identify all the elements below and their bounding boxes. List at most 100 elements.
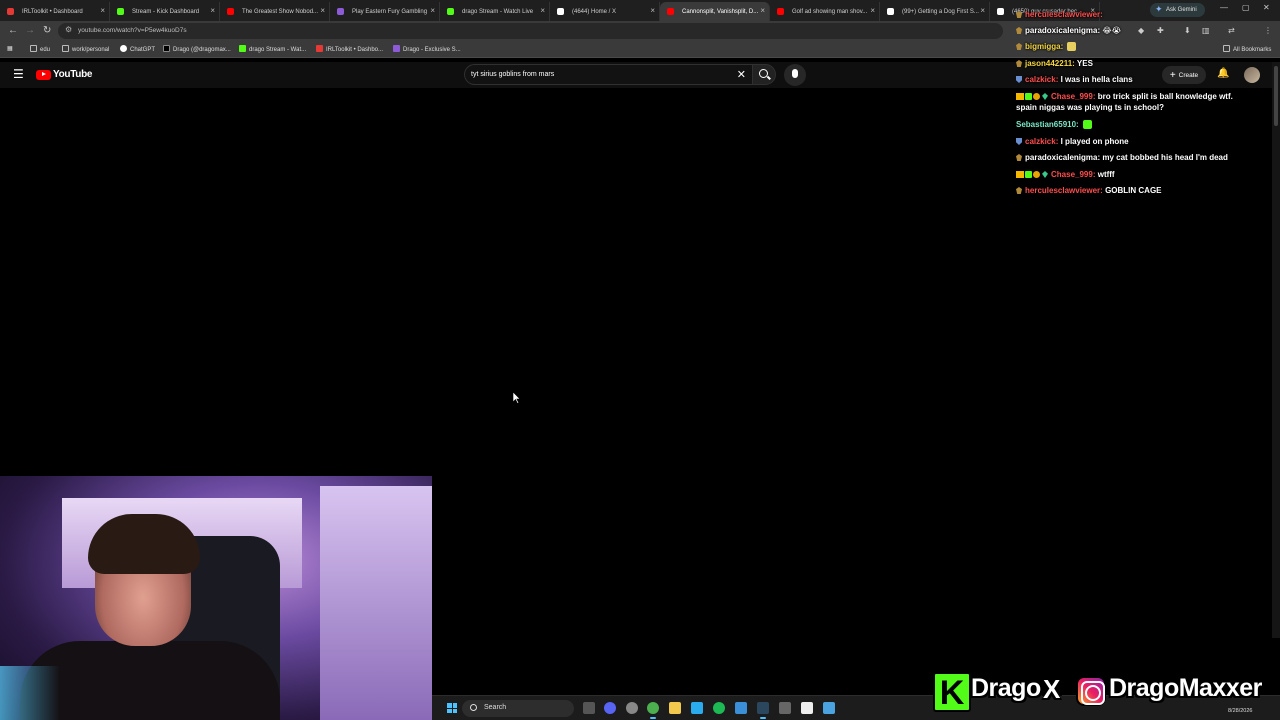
tab-close-icon[interactable]: × — [870, 6, 875, 15]
site-info-icon[interactable]: ⚙ — [65, 25, 72, 34]
create-button[interactable]: + Create — [1162, 66, 1206, 84]
chat-username: Sebastian65910 — [1016, 120, 1077, 129]
file-explorer-icon[interactable] — [669, 702, 681, 714]
browser-tab[interactable]: Stream - Kick Dashboard × — [110, 2, 220, 21]
youtube-logo[interactable]: YouTube — [36, 69, 93, 80]
ask-gemini-label: Ask Gemini — [1166, 7, 1197, 13]
bookmark-irltoolkit[interactable]: IRLToolkit • Dashbo... — [316, 45, 383, 53]
windows-start-icon[interactable] — [447, 703, 457, 713]
chat-username: calzkick — [1025, 137, 1056, 146]
puzzle-extensions-icon[interactable]: ✚ — [1157, 26, 1164, 35]
tab-close-icon[interactable]: × — [540, 6, 545, 15]
spotify-icon[interactable] — [713, 702, 725, 714]
translate-icon[interactable]: ⇄ — [1228, 26, 1235, 35]
minimize-icon[interactable]: — — [1220, 3, 1228, 12]
tab-title: drago Stream - Watch Live — [462, 8, 534, 15]
settings-gear-icon[interactable] — [626, 702, 638, 714]
browser-tab[interactable]: Golf ad showing man shov... × — [770, 2, 880, 21]
close-window-icon[interactable]: ✕ — [1263, 3, 1270, 12]
irltoolkit-icon — [316, 45, 323, 52]
search-input[interactable]: tyt sirius goblins from mars ✕ — [464, 64, 752, 85]
chat-username: herculesclawviewer — [1025, 10, 1101, 19]
tab-favicon-icon — [777, 8, 784, 15]
bookmark-edu[interactable]: edu — [30, 45, 50, 53]
create-label: Create — [1178, 71, 1199, 79]
notifications-bell-icon[interactable]: 🔔 — [1217, 68, 1229, 79]
bookmark-drago-exclusive[interactable]: Drago - Exclusive S... — [393, 45, 461, 53]
gemini-sparkle-icon: ✦ — [1155, 4, 1163, 14]
photos-icon[interactable] — [823, 702, 835, 714]
extension-icon[interactable]: ◆ — [1138, 26, 1144, 35]
tab-favicon-icon — [117, 8, 124, 15]
browser-tab-active[interactable]: Cannonsplit, Vanishsplit, D... × — [660, 2, 770, 21]
shield-badge-icon — [1016, 138, 1022, 145]
bookmark-drago-x[interactable]: Drago (@dragomax... — [163, 45, 231, 53]
url-omnibox[interactable]: ⚙ youtube.com/watch?v=P5ew4kuoD7s — [58, 23, 1003, 39]
tab-favicon-icon — [557, 8, 564, 15]
back-arrow-icon[interactable]: ← — [8, 25, 18, 36]
taskbar-search[interactable]: Search — [462, 700, 574, 717]
task-view-icon[interactable] — [583, 702, 595, 714]
sidebar-icon[interactable]: ▥ — [1202, 26, 1210, 35]
scrollbar-thumb[interactable] — [1274, 66, 1278, 126]
bookmarks-bar: ▦ edu work/personal ChatGPT Drago (@drag… — [0, 41, 1280, 58]
subscriber-badge-icon — [1025, 171, 1032, 178]
emote-icon — [1082, 120, 1092, 129]
avatar[interactable] — [1244, 67, 1260, 83]
microphone-icon — [792, 69, 798, 78]
more-menu-icon[interactable]: ⋮ — [1264, 26, 1272, 35]
tab-title: Golf ad showing man shov... — [792, 8, 868, 15]
maximize-icon[interactable]: ▢ — [1242, 3, 1250, 12]
clear-search-icon[interactable]: ✕ — [737, 68, 746, 81]
browser-tab[interactable]: Play Eastern Fury Gambling × — [330, 2, 440, 21]
tab-close-icon[interactable]: × — [760, 6, 765, 15]
tab-close-icon[interactable]: × — [980, 6, 985, 15]
browser-tab[interactable]: (99+) Getting a Dog First S... × — [880, 2, 990, 21]
browser-tab[interactable]: The Greatest Show Nobod... × — [220, 2, 330, 21]
chat-username: Chase_999 — [1051, 170, 1093, 179]
download-icon[interactable]: ⬇ — [1184, 26, 1191, 35]
chat-username: calzkick — [1025, 75, 1056, 84]
reload-icon[interactable]: ↻ — [43, 25, 51, 36]
bookmark-work-personal[interactable]: work/personal — [62, 45, 109, 53]
calculator-icon[interactable] — [779, 702, 791, 714]
notion-icon[interactable] — [801, 702, 813, 714]
chat-message: paradoxicalenigma: 😂😭 — [1016, 26, 1121, 35]
chat-message: Sebastian65910: — [1016, 120, 1092, 129]
url-text: youtube.com/watch?v=P5ew4kuoD7s — [78, 27, 187, 34]
forward-arrow-icon[interactable]: → — [25, 25, 35, 36]
steam-icon[interactable] — [757, 702, 769, 719]
hamburger-menu-icon[interactable]: ☰ — [13, 67, 24, 81]
badge-icon — [1016, 43, 1022, 50]
telegram-icon[interactable] — [691, 702, 703, 714]
browser-tab[interactable]: IRLToolkit • Dashboard × — [0, 2, 110, 21]
browser-tab[interactable]: drago Stream - Watch Live × — [440, 2, 550, 21]
badge-icon — [1016, 154, 1022, 161]
discord-icon[interactable] — [604, 702, 616, 714]
tab-close-icon[interactable]: × — [100, 6, 105, 15]
all-bookmarks[interactable]: All Bookmarks — [1223, 45, 1271, 53]
tab-close-icon[interactable]: × — [320, 6, 325, 15]
badge-icon — [1016, 27, 1022, 34]
chat-message: Chase_999: bro trick split is ball knowl… — [1016, 92, 1233, 112]
bookmark-drago-stream[interactable]: drago Stream - Wat... — [239, 45, 306, 53]
emote-icon — [1067, 42, 1077, 51]
search-button[interactable] — [752, 64, 776, 85]
page-scrollbar[interactable] — [1272, 62, 1280, 638]
x-logo-icon: X — [1043, 674, 1061, 704]
bookmark-chatgpt[interactable]: ChatGPT — [120, 45, 155, 53]
voice-search-button[interactable] — [784, 64, 806, 86]
webcam-overlay — [0, 476, 432, 720]
tab-close-icon[interactable]: × — [430, 6, 435, 15]
gem-badge-icon — [1042, 171, 1048, 178]
tab-close-icon[interactable]: × — [210, 6, 215, 15]
tab-close-icon[interactable]: × — [650, 6, 655, 15]
browser-tab[interactable]: (4644) Home / X × — [550, 2, 660, 21]
chrome-icon[interactable] — [647, 702, 659, 719]
notepad-icon[interactable] — [735, 702, 747, 714]
search-query: tyt sirius goblins from mars — [471, 71, 555, 78]
apps-grid-icon[interactable]: ▦ — [7, 45, 13, 52]
ask-gemini-button[interactable]: ✦ Ask Gemini — [1150, 3, 1205, 17]
x-logo-icon — [163, 45, 170, 52]
tab-favicon-icon — [7, 8, 14, 15]
